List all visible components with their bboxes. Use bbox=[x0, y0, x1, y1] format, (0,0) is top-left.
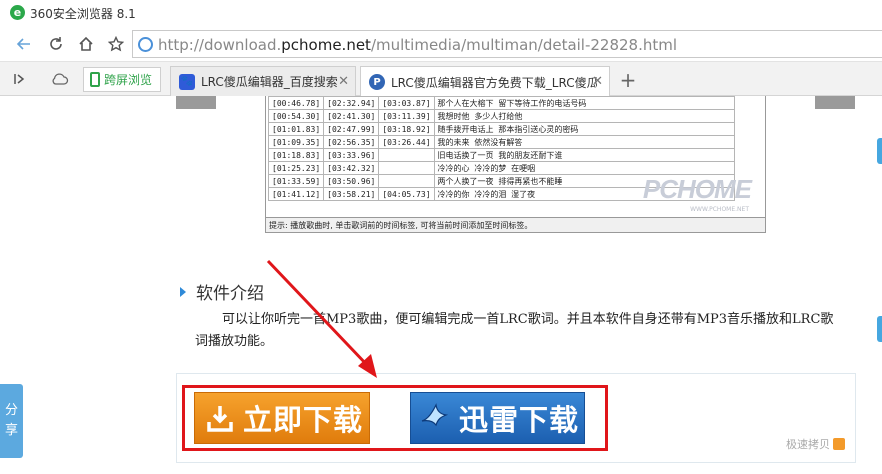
lrc-lyric-cell[interactable]: 我想时他 多少人打给他 bbox=[433, 109, 735, 123]
share-side-button[interactable]: 分 享 bbox=[0, 384, 23, 458]
xunlei-bird-icon bbox=[419, 399, 453, 437]
lrc-time-cell[interactable]: [03:18.92] bbox=[378, 122, 435, 136]
sidebar-toggle-icon[interactable] bbox=[10, 69, 30, 89]
lrc-time-cell[interactable]: [03:26.44] bbox=[378, 135, 435, 149]
screenshot-prev-arrow[interactable] bbox=[176, 96, 216, 109]
lrc-table-row: [01:01.83] [02:47.99] [03:18.92] 随手拨开电话上 那本… bbox=[267, 122, 735, 136]
xunlei-download-button[interactable]: 迅雷下载 bbox=[410, 392, 585, 444]
screenshot-next-arrow[interactable] bbox=[815, 96, 855, 109]
bookmark-star-icon[interactable] bbox=[104, 32, 128, 56]
fast-copy-link[interactable]: 极速拷贝 bbox=[786, 436, 845, 452]
lrc-table-row: [01:09.35] [02:56.35] [03:26.44] 我的未来 依然没有解… bbox=[267, 135, 735, 149]
tab-label: LRC傻瓜编辑器官方免费下载_LRC傻瓜 bbox=[391, 75, 597, 90]
back-icon[interactable] bbox=[12, 32, 36, 56]
url-input[interactable]: http://download.pchome.net/multimedia/mu… bbox=[132, 30, 882, 58]
tab-bar: 跨屏浏览 🐾 LRC傻瓜编辑器_百度搜索 ✕ P LRC傻瓜编辑器官方免费下载_… bbox=[0, 62, 882, 97]
baidu-paw-icon: 🐾 bbox=[179, 73, 195, 90]
lrc-time-cell[interactable]: [01:09.35] bbox=[267, 135, 325, 149]
lrc-time-cell[interactable]: [00:46.78] bbox=[267, 96, 325, 110]
intro-heading: 软件介绍 bbox=[180, 279, 264, 304]
pchome-p-icon: P bbox=[369, 74, 385, 90]
tab-baidu-search[interactable]: 🐾 LRC傻瓜编辑器_百度搜索 ✕ bbox=[170, 66, 356, 96]
lrc-time-cell[interactable]: [03:50.96] bbox=[323, 174, 380, 188]
split-screen-label: 跨屏浏览 bbox=[104, 73, 153, 87]
lrc-time-cell[interactable]: [02:56.35] bbox=[323, 135, 380, 149]
page-content: [00:46.78] [02:32.94] [03:03.87] 那个人在大榕下 留下… bbox=[0, 96, 882, 474]
lrc-time-cell[interactable] bbox=[378, 161, 435, 175]
lrc-time-cell[interactable]: [01:41.12] bbox=[267, 187, 325, 201]
new-tab-button[interactable]: + bbox=[616, 68, 640, 92]
lrc-status-bar: 提示: 播放歌曲时, 单击歌词前的时间标签, 可将当前时间添加至时间标签。 bbox=[266, 217, 765, 232]
lrc-time-cell[interactable]: [03:11.39] bbox=[378, 109, 435, 123]
lrc-time-cell[interactable] bbox=[378, 174, 435, 188]
browser-logo-icon: e bbox=[10, 5, 25, 20]
lrc-table-row: [00:54.30] [02:41.30] [03:11.39] 我想时他 多少人打给… bbox=[267, 109, 735, 123]
lrc-lyric-cell[interactable]: 冷冷的心 冷冷的梦 在哽咽 bbox=[433, 161, 735, 175]
lrc-time-cell[interactable]: [00:54.30] bbox=[267, 109, 325, 123]
site-globe-icon bbox=[138, 37, 153, 52]
download-now-button[interactable]: 立即下载 bbox=[194, 392, 370, 444]
intro-body: 可以让你听完一首MP3歌曲，便可编辑完成一首LRC歌词。并且本软件自身还带有MP… bbox=[195, 312, 834, 349]
address-bar: http://download.pchome.net/multimedia/mu… bbox=[0, 26, 882, 62]
lrc-table-row: [01:25.23] [03:42.32] 冷冷的心 冷冷的梦 在哽咽 bbox=[267, 161, 735, 175]
lrc-time-cell[interactable]: [01:01.83] bbox=[267, 122, 325, 136]
fast-copy-label: 极速拷贝 bbox=[786, 438, 830, 451]
right-edge-tab[interactable] bbox=[877, 138, 882, 164]
fast-copy-icon bbox=[833, 438, 845, 450]
phone-icon bbox=[90, 72, 100, 87]
lrc-time-cell[interactable]: [03:58.21] bbox=[323, 187, 380, 201]
lrc-table-row: [01:18.83] [03:33.96] 旧电话换了一页 我的朋友还耐下谁 bbox=[267, 148, 735, 162]
lrc-lyric-cell[interactable]: 那个人在大榕下 留下等待工作的电话号码 bbox=[433, 96, 735, 110]
split-screen-button[interactable]: 跨屏浏览 bbox=[83, 67, 161, 92]
cloud-icon[interactable] bbox=[50, 69, 70, 89]
lrc-time-cell[interactable]: [02:32.94] bbox=[323, 96, 380, 110]
download-now-label: 立即下载 bbox=[243, 403, 364, 437]
lrc-time-cell[interactable]: [01:18.83] bbox=[267, 148, 325, 162]
lrc-time-cell[interactable]: [02:47.99] bbox=[323, 122, 380, 136]
lrc-time-cell[interactable]: [03:42.32] bbox=[323, 161, 380, 175]
close-tab-icon[interactable]: ✕ bbox=[338, 74, 349, 89]
url-text: http://download.pchome.net/multimedia/mu… bbox=[158, 36, 678, 54]
share-label-1: 分 bbox=[4, 403, 18, 418]
window-title: 360安全浏览器 8.1 bbox=[30, 7, 136, 21]
refresh-icon[interactable] bbox=[44, 32, 68, 56]
pchome-watermark-site: WWW.PCHOME.NET bbox=[690, 206, 749, 213]
home-icon[interactable] bbox=[74, 32, 98, 56]
xunlei-download-label: 迅雷下载 bbox=[459, 403, 580, 437]
close-tab-icon[interactable]: ✕ bbox=[592, 74, 603, 89]
lrc-time-cell[interactable]: [03:03.87] bbox=[378, 96, 435, 110]
lrc-time-cell[interactable]: [03:33.96] bbox=[323, 148, 380, 162]
title-bar: e 360安全浏览器 8.1 bbox=[0, 0, 882, 26]
software-screenshot: [00:46.78] [02:32.94] [03:03.87] 那个人在大榕下 留下… bbox=[265, 96, 766, 233]
pchome-watermark-logo: PCHOME bbox=[642, 174, 752, 204]
lrc-time-cell[interactable] bbox=[378, 148, 435, 162]
lrc-table-row: [00:46.78] [02:32.94] [03:03.87] 那个人在大榕下 留下… bbox=[267, 96, 735, 110]
lrc-time-cell[interactable]: [02:41.30] bbox=[323, 109, 380, 123]
lrc-lyric-cell[interactable]: 随手拨开电话上 那本指引送心灵的密码 bbox=[433, 122, 735, 136]
lrc-lyric-cell[interactable]: 旧电话换了一页 我的朋友还耐下谁 bbox=[433, 148, 735, 162]
lrc-time-cell[interactable]: [01:33.59] bbox=[267, 174, 325, 188]
lrc-time-cell[interactable]: [04:05.73] bbox=[378, 187, 435, 201]
lrc-lyric-cell[interactable]: 我的未来 依然没有解答 bbox=[433, 135, 735, 149]
download-icon bbox=[205, 403, 235, 433]
tab-pchome-download[interactable]: P LRC傻瓜编辑器官方免费下载_LRC傻瓜 ✕ bbox=[360, 66, 610, 97]
intro-heading-text: 软件介绍 bbox=[196, 284, 264, 304]
tab-label: LRC傻瓜编辑器_百度搜索 bbox=[201, 75, 338, 89]
right-edge-tab[interactable] bbox=[877, 316, 882, 342]
triangle-bullet-icon bbox=[180, 286, 186, 297]
lrc-time-cell[interactable]: [01:25.23] bbox=[267, 161, 325, 175]
share-label-2: 享 bbox=[4, 423, 18, 438]
